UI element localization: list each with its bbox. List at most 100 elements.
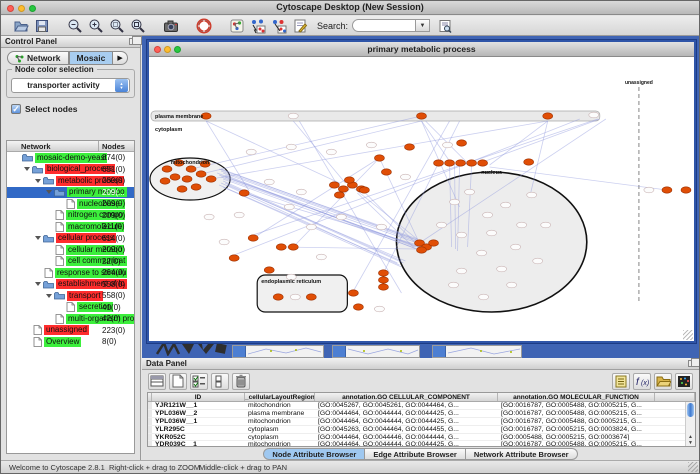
tree-row[interactable]: Overview8(0) xyxy=(7,336,134,348)
gene-node[interactable] xyxy=(456,160,466,166)
tree-row[interactable]: nitrogen compo209(0) xyxy=(7,210,134,222)
gene-node[interactable] xyxy=(443,142,453,148)
gene-node[interactable] xyxy=(306,224,316,230)
scrollbar-thumb[interactable] xyxy=(687,403,694,417)
column-header[interactable]: _cellularLayoutRegion xyxy=(245,393,315,401)
gene-node[interactable] xyxy=(681,187,691,193)
gene-node[interactable] xyxy=(662,187,672,193)
gene-node[interactable] xyxy=(533,258,543,264)
gene-node[interactable] xyxy=(204,214,214,220)
delete-attribute-icon[interactable] xyxy=(232,373,250,390)
gene-node[interactable] xyxy=(229,255,239,261)
gene-node[interactable] xyxy=(445,160,455,166)
table-row[interactable]: YKR052Ccytoplasm[GO:0044464, GO:0044446,… xyxy=(148,434,695,442)
gene-node[interactable] xyxy=(376,224,386,230)
attribute-table-header[interactable]: ID_cellularLayoutRegionannotation.GO CEL… xyxy=(148,393,695,402)
gene-node[interactable] xyxy=(527,192,537,198)
float-panel-icon[interactable] xyxy=(688,360,696,367)
gene-node[interactable] xyxy=(404,144,414,150)
gene-node[interactable] xyxy=(290,294,300,300)
gene-node[interactable] xyxy=(378,277,388,283)
gene-node[interactable] xyxy=(326,149,336,155)
gene-node[interactable] xyxy=(162,166,172,172)
gene-node[interactable] xyxy=(501,202,511,208)
gene-node[interactable] xyxy=(644,187,654,193)
expand-arrow-icon[interactable] xyxy=(35,179,41,183)
tree-row[interactable]: unassigned223(0) xyxy=(7,325,134,337)
gene-node[interactable] xyxy=(286,144,296,150)
table-row[interactable]: YJR121W__1mitochondrion[GO:0045267, GO:0… xyxy=(148,402,695,410)
gene-node[interactable] xyxy=(182,176,192,182)
tree-row[interactable]: nucleobase-209(0) xyxy=(7,198,134,210)
tree-row[interactable]: cellular metabo209(0) xyxy=(7,244,134,256)
gene-node[interactable] xyxy=(306,294,316,300)
network-canvas[interactable]: plasma membranecytoplasmmitochondrionnuc… xyxy=(149,57,694,341)
gene-node[interactable] xyxy=(284,204,294,210)
gene-node[interactable] xyxy=(483,212,493,218)
new-attribute-icon[interactable] xyxy=(169,373,187,390)
help-icon[interactable] xyxy=(194,17,214,35)
gene-node[interactable] xyxy=(246,149,256,155)
gene-node[interactable] xyxy=(511,244,521,250)
gene-node[interactable] xyxy=(467,160,477,166)
search-input[interactable] xyxy=(352,19,416,32)
column-header[interactable]: annotation.GO MOLECULAR_FUNCTION xyxy=(498,393,655,401)
gene-node[interactable] xyxy=(186,166,196,172)
gene-node[interactable] xyxy=(416,247,426,253)
advanced-search-icon[interactable] xyxy=(435,17,455,35)
expand-arrow-icon[interactable] xyxy=(35,236,41,240)
expand-arrow-icon[interactable] xyxy=(46,294,52,298)
tree-row[interactable]: response to stimulu264(0) xyxy=(7,267,134,279)
zoom-selected-icon[interactable] xyxy=(107,17,127,35)
gene-node[interactable] xyxy=(296,189,306,195)
window-resize-grip[interactable] xyxy=(683,330,693,340)
expand-arrow-icon[interactable] xyxy=(46,190,52,194)
gene-node[interactable] xyxy=(288,244,298,250)
gene-node[interactable] xyxy=(450,199,460,205)
gene-node[interactable] xyxy=(477,250,487,256)
table-row[interactable]: YPL036W__2plasma membrane[GO:0044464, GO… xyxy=(148,410,695,418)
column-header[interactable]: annotation.GO CELLULAR_COMPONENT xyxy=(315,393,498,401)
gene-node[interactable] xyxy=(543,113,553,119)
snapshot-icon[interactable] xyxy=(161,17,181,35)
gene-node[interactable] xyxy=(191,184,201,190)
select-attributes-icon[interactable] xyxy=(190,373,208,390)
gene-node[interactable] xyxy=(517,222,527,228)
gene-node[interactable] xyxy=(264,179,274,185)
gene-node[interactable] xyxy=(206,176,216,182)
table-row[interactable]: YPL036W__1mitochondrion[GO:0044464, GO:0… xyxy=(148,418,695,426)
tree-row[interactable]: mosaic-demo-yeast874(0) xyxy=(7,152,134,164)
gene-node[interactable] xyxy=(457,140,467,146)
gene-node[interactable] xyxy=(381,169,391,175)
save-icon[interactable] xyxy=(32,17,52,35)
gene-node[interactable] xyxy=(366,142,376,148)
gene-node[interactable] xyxy=(234,212,244,218)
gene-node[interactable] xyxy=(288,113,298,119)
gene-node[interactable] xyxy=(170,174,180,180)
zoom-in-icon[interactable] xyxy=(86,17,106,35)
gene-node[interactable] xyxy=(336,214,346,220)
column-header[interactable]: ID xyxy=(152,393,245,401)
formula-builder-icon[interactable]: f(x) xyxy=(633,373,651,390)
tab-network-attribute-browser[interactable]: Network Attribute Browser xyxy=(466,448,578,460)
tree-row[interactable]: multi-organism pro42(0) xyxy=(7,313,134,325)
tab-node-attribute-browser[interactable]: Node Attribute Browser xyxy=(263,448,365,460)
gene-node[interactable] xyxy=(219,239,229,245)
gene-node[interactable] xyxy=(507,282,517,288)
background-window[interactable] xyxy=(232,345,324,358)
tree-row[interactable]: transport558(0) xyxy=(7,290,134,302)
gene-node[interactable] xyxy=(374,306,384,312)
tree-row[interactable]: biological_process651(0) xyxy=(7,164,134,176)
gene-node[interactable] xyxy=(276,244,286,250)
gene-node[interactable] xyxy=(359,187,369,193)
table-scrollbar[interactable]: ▲▼ xyxy=(685,402,695,446)
expand-arrow-icon[interactable] xyxy=(35,282,41,286)
table-row[interactable]: YLR295Ccytoplasm[GO:0045263, GO:0044464,… xyxy=(148,426,695,434)
network-window-title-bar[interactable]: primary metabolic process xyxy=(149,42,694,57)
gene-node[interactable] xyxy=(264,267,274,273)
layout-edges-icon[interactable] xyxy=(269,17,289,35)
gene-node[interactable] xyxy=(378,284,388,290)
gene-node[interactable] xyxy=(196,171,206,177)
app-resize-grip[interactable] xyxy=(688,462,698,472)
gene-node[interactable] xyxy=(437,222,447,228)
